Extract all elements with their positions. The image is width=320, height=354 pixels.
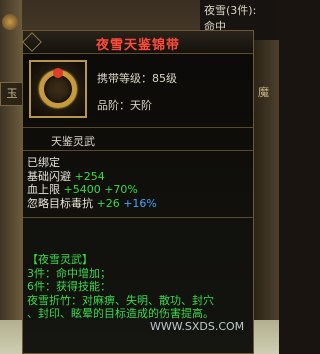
set-line: 3件：命中增加； (27, 266, 111, 280)
divider (23, 150, 253, 151)
left-side-panel (0, 0, 22, 354)
stat-base: +26 (96, 196, 120, 210)
stat-row: 血上限 +5400 +70% (27, 183, 157, 197)
left-tab[interactable]: 玉 (0, 82, 24, 106)
right-side-panel (254, 0, 279, 354)
stat-extra: +5400 (63, 183, 101, 197)
stat-pct: +16% (123, 196, 157, 210)
set-info-line-1: 夜雪(3件): (204, 4, 257, 17)
item-tooltip: 夜雪天鉴锦带 携带等级：85级 品阶：天阶 天鉴灵武 已绑定 基础闪避 +254… (22, 30, 254, 354)
stat-base: +254 (74, 169, 105, 183)
bound-status: 已绑定 (27, 156, 60, 169)
stat-pct: +70% (104, 183, 138, 197)
item-name: 夜雪天鉴锦带 (95, 38, 180, 53)
stat-name: 忽略目标毒抗 (27, 196, 93, 210)
stat-row: 忽略目标毒抗 +26 +16% (27, 197, 157, 211)
set-bonus-list: 【夜雪灵武】 3件：命中增加； 6件：获得技能： 夜雪折竹：对麻痹、失明、散功、… (27, 253, 214, 321)
set-line: 夜雪折竹：对麻痹、失明、散功、封穴 (27, 293, 214, 307)
set-title: 【夜雪灵武】 (27, 253, 93, 266)
watermark: WWW.SXDS.COM (150, 320, 245, 333)
carry-level: 携带等级：85级 (97, 72, 177, 85)
stat-row: 基础闪避 +254 (27, 170, 157, 184)
set-line: 6件：获得技能： (27, 280, 111, 294)
item-icon-slot (29, 60, 87, 118)
gem-icon (53, 68, 63, 78)
item-rank: 品阶：天阶 (97, 99, 152, 112)
tooltip-title-bar: 夜雪天鉴锦带 (22, 31, 253, 54)
divider (23, 127, 253, 128)
stat-name: 基础闪避 (27, 169, 71, 183)
stat-list: 已绑定 基础闪避 +254 血上限 +5400 +70% 忽略目标毒抗 +26 … (27, 156, 157, 210)
section-title: 天鉴灵武 (51, 135, 95, 148)
stat-name: 血上限 (27, 183, 60, 197)
right-tab[interactable]: 魔 (258, 84, 269, 100)
set-line: 、封印、眩晕的目标造成的伤害提高。 (27, 307, 214, 321)
divider (23, 217, 253, 218)
ornament-icon (2, 14, 18, 30)
